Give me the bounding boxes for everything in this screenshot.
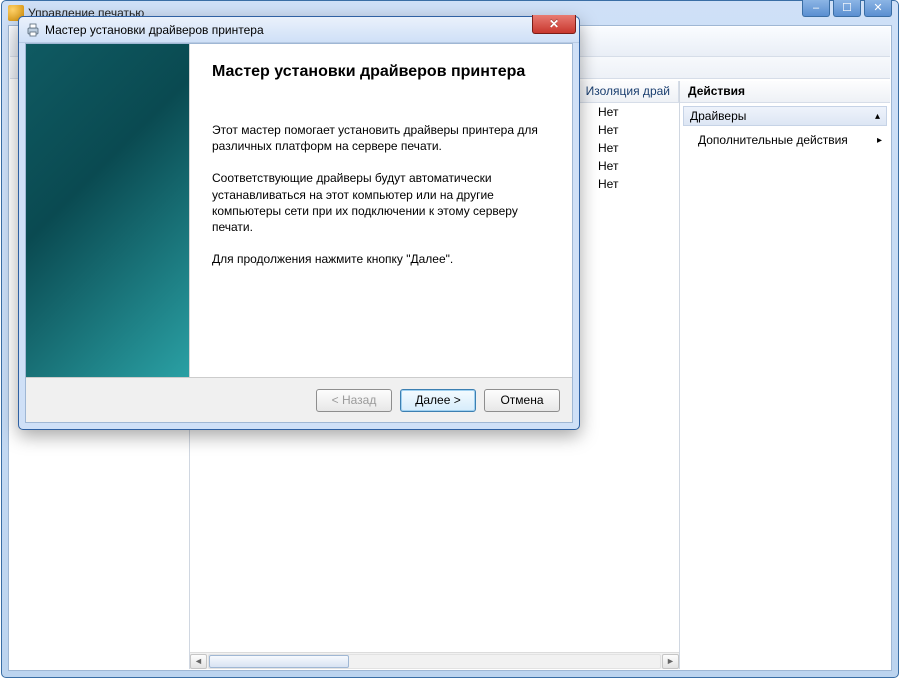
cell-isolation: Нет [590, 159, 626, 173]
action-more-label: Дополнительные действия [698, 133, 848, 147]
wizard-button-row: < Назад Далее > Отмена [26, 378, 572, 422]
wizard-client: Мастер установки драйверов принтера Этот… [25, 43, 573, 423]
close-button[interactable]: ✕ [864, 0, 892, 17]
actions-header: Действия [680, 81, 890, 103]
wizard-side-image [26, 44, 190, 377]
cell-isolation: Нет [590, 105, 626, 119]
scroll-track[interactable] [208, 654, 661, 669]
col-isolation-header[interactable]: Изоляция драй [578, 81, 679, 102]
cell-isolation: Нет [590, 123, 626, 137]
cell-isolation: Нет [590, 177, 626, 191]
wizard-close-button[interactable]: ✕ [532, 15, 576, 34]
wizard-paragraph-3: Для продолжения нажмите кнопку "Далее". [212, 251, 550, 267]
wizard-body: Мастер установки драйверов принтера Этот… [26, 44, 572, 378]
scroll-left-button[interactable]: ◄ [190, 654, 207, 669]
driver-wizard-dialog: Мастер установки драйверов принтера ✕ Ма… [18, 16, 580, 430]
next-button[interactable]: Далее > [400, 389, 476, 412]
scroll-right-button[interactable]: ► [662, 654, 679, 669]
actions-group-label: Драйверы [690, 109, 746, 123]
scroll-thumb[interactable] [209, 655, 349, 668]
cancel-button[interactable]: Отмена [484, 389, 560, 412]
wizard-paragraph-1: Этот мастер помогает установить драйверы… [212, 122, 550, 154]
wizard-heading: Мастер установки драйверов принтера [212, 62, 550, 82]
actions-group-drivers[interactable]: Драйверы ▴ [683, 106, 887, 126]
wizard-titlebar[interactable]: Мастер установки драйверов принтера ✕ [19, 17, 579, 43]
cell-isolation: Нет [590, 141, 626, 155]
chevron-up-icon: ▴ [875, 111, 880, 122]
action-more[interactable]: Дополнительные действия ▸ [680, 129, 890, 151]
back-button[interactable]: < Назад [316, 389, 392, 412]
wizard-paragraph-2: Соответствующие драйверы будут автоматич… [212, 170, 550, 235]
actions-panel: Действия Драйверы ▴ Дополнительные дейст… [679, 81, 890, 669]
maximize-button[interactable]: ☐ [833, 0, 861, 17]
horizontal-scrollbar[interactable]: ◄ ► [190, 652, 679, 669]
minimize-button[interactable]: – [802, 0, 830, 17]
printer-icon [25, 22, 41, 38]
wizard-content: Мастер установки драйверов принтера Этот… [190, 44, 572, 377]
wizard-title: Мастер установки драйверов принтера [45, 23, 264, 37]
chevron-right-icon: ▸ [877, 135, 882, 146]
